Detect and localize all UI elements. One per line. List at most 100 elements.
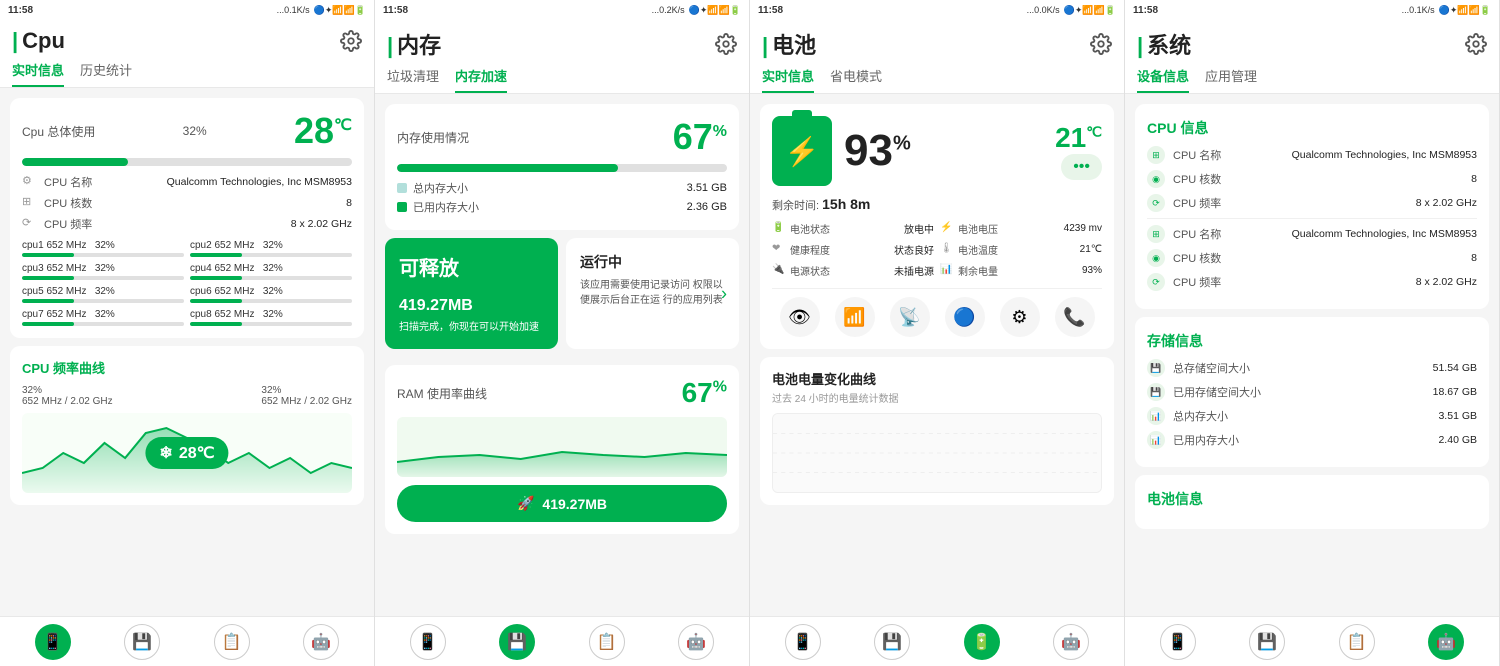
storage-mem-used-row: 📊 已用内存大小 2.40 GB — [1147, 431, 1477, 449]
cpu-core-8: cpu8 652 MHz 32% — [190, 309, 352, 326]
nav-cpu-bot[interactable]: 🤖 — [303, 624, 339, 660]
settings-icon-mem[interactable] — [715, 33, 737, 55]
app-title-mem: |内存 — [387, 28, 441, 60]
batt-status-icon: 🔋 — [772, 222, 786, 236]
cpu-cores-grid: cpu1 652 MHz 32% cpu2 652 MHz 32% cpu3 6… — [22, 240, 352, 326]
batt-health-row: ❤ 健康程度 状态良好 — [772, 242, 934, 257]
batt-power-icon: 🔌 — [772, 264, 786, 278]
boost-icon: 🚀 — [517, 495, 534, 512]
tab-cpu-history[interactable]: 历史统计 — [80, 60, 132, 87]
nav-batt-home[interactable]: 📱 — [785, 624, 821, 660]
batt-remain-row: 📊 剩余电量 93% — [940, 263, 1102, 278]
settings-icon-sys[interactable] — [1465, 33, 1487, 55]
cpu-freq-value: 8 x 2.02 GHz — [291, 218, 352, 230]
memory-panel: 11:58 ...0.2K/s 🔵✦📶📶🔋 |内存 垃圾清理 内存加速 内存使用… — [375, 0, 750, 666]
header-cpu: |Cpu 实时信息 历史统计 — [0, 20, 374, 88]
header-batt: |电池 实时信息 省电模式 — [750, 20, 1124, 94]
nav-sys-save[interactable]: 💾 — [1249, 624, 1285, 660]
storage-title: 存储信息 — [1147, 329, 1477, 351]
batt-info-title: 电池信息 — [1147, 487, 1477, 509]
storage-used-row: 💾 已用存储空间大小 18.67 GB — [1147, 383, 1477, 401]
mem-total-label: 总内存大小 — [413, 180, 687, 196]
cpu-name-value: Qualcomm Technologies, Inc MSM8953 — [167, 176, 352, 188]
nav-cpu-home[interactable]: 📱 — [35, 624, 71, 660]
mem-used-row: 已用内存大小 2.36 GB — [397, 199, 727, 215]
cpu-cores-icon: ⊞ — [22, 195, 38, 211]
tab-batt-realtime[interactable]: 实时信息 — [762, 66, 814, 93]
freq-chart-area: ❄ 28℃ — [22, 413, 352, 493]
nav-sys-bot[interactable]: 🤖 — [1428, 624, 1464, 660]
storage-total-row: 💾 总存储空间大小 51.54 GB — [1147, 359, 1477, 377]
status-time-sys: 11:58 — [1133, 5, 1158, 16]
app-title-batt: |电池 — [762, 28, 816, 60]
batt-chart-area — [772, 413, 1102, 493]
nav-cpu-list[interactable]: 📋 — [214, 624, 250, 660]
sys-cpu-icon-4: ⊞ — [1147, 225, 1165, 243]
bottom-nav-sys: 📱 💾 📋 🤖 — [1125, 616, 1499, 666]
sys-cpu-name-row-2: ⊞ CPU 名称 Qualcomm Technologies, Inc MSM8… — [1147, 225, 1477, 243]
batt-ctrl-wifi[interactable]: 📶 — [835, 297, 875, 337]
cpu-name-row: ⚙ CPU 名称 Qualcomm Technologies, Inc MSM8… — [22, 174, 352, 190]
batt-temp-icon: 🌡 — [940, 243, 954, 257]
sys-cpu-cores-row-2: ◉ CPU 核数 8 — [1147, 249, 1477, 267]
settings-icon-cpu[interactable] — [340, 30, 362, 52]
sys-cpu-card: CPU 信息 ⊞ CPU 名称 Qualcomm Technologies, I… — [1135, 104, 1489, 309]
nav-batt-save[interactable]: 💾 — [874, 624, 910, 660]
nav-mem-home[interactable]: 📱 — [410, 624, 446, 660]
batt-ctrl-eye[interactable]: 👁 — [780, 297, 820, 337]
status-time-mem: 11:58 — [383, 5, 408, 16]
mem-usage-card: 内存使用情况 67% 总内存大小 3.51 GB 已用内存大小 2.36 GB — [385, 104, 739, 230]
tab-mem-clean[interactable]: 垃圾清理 — [387, 66, 439, 93]
bottom-nav-mem: 📱 💾 📋 🤖 — [375, 616, 749, 666]
nav-sys-home[interactable]: 📱 — [1160, 624, 1196, 660]
batt-ctrl-settings[interactable]: ⚙ — [1000, 297, 1040, 337]
status-signal-cpu: ...0.1K/s 🔵✦📶📶🔋 — [277, 5, 366, 16]
cpu-cores-row: ⊞ CPU 核数 8 — [22, 195, 352, 211]
ram-chart-pct: 67% — [682, 377, 727, 409]
tab-sys-apps[interactable]: 应用管理 — [1205, 66, 1257, 93]
storage-icon-2: 💾 — [1147, 383, 1165, 401]
nav-cpu-save[interactable]: 💾 — [124, 624, 160, 660]
tab-mem-boost[interactable]: 内存加速 — [455, 66, 507, 93]
tab-batt-saver[interactable]: 省电模式 — [830, 66, 882, 93]
ram-chart-area — [397, 417, 727, 477]
mem-total-row: 总内存大小 3.51 GB — [397, 180, 727, 196]
more-button[interactable]: ••• — [1061, 154, 1102, 180]
mem-usage-pct: 67% — [673, 116, 727, 158]
batt-ctrl-signal[interactable]: 📡 — [890, 297, 930, 337]
mem-content: 内存使用情况 67% 总内存大小 3.51 GB 已用内存大小 2.36 GB — [375, 94, 749, 616]
batt-ctrl-phone[interactable]: 📞 — [1055, 297, 1095, 337]
boost-button[interactable]: 🚀 419.27MB — [397, 485, 727, 522]
batt-power-row: 🔌 电源状态 未插电源 — [772, 263, 934, 278]
nav-batt-bot[interactable]: 🤖 — [1053, 624, 1089, 660]
cpu-cores-value: 8 — [346, 197, 352, 209]
nav-mem-bot[interactable]: 🤖 — [678, 624, 714, 660]
temp-badge-cpu: ❄ 28℃ — [145, 437, 228, 469]
cpu-progress-bg — [22, 158, 352, 166]
running-arrow-icon[interactable]: › — [721, 283, 727, 304]
batt-chart-sub: 过去 24 小时的电量统计数据 — [772, 390, 1102, 405]
running-card: 运行中 该应用需要使用记录访问 权限以便展示后台正在运 行的应用列表 › — [566, 238, 739, 349]
remaining-time: 剩余时间: 15h 8m — [772, 196, 1102, 213]
status-signal-sys: ...0.1K/s 🔵✦📶📶🔋 — [1402, 5, 1491, 16]
batt-ctrl-bt[interactable]: 🔵 — [945, 297, 985, 337]
settings-icon-batt[interactable] — [1090, 33, 1112, 55]
ram-chart-title: RAM 使用率曲线 — [397, 385, 487, 402]
freq-left-sub: 652 MHz / 2.02 GHz — [22, 396, 113, 407]
mem-used-label: 已用内存大小 — [413, 199, 687, 215]
cpu-usage-pct: 32% — [183, 124, 207, 138]
cpu-temp-display: 28℃ — [294, 110, 352, 152]
status-bar-batt: 11:58 ...0.0K/s 🔵✦📶📶🔋 — [750, 0, 1124, 20]
status-bar-sys: 11:58 ...0.1K/s 🔵✦📶📶🔋 — [1125, 0, 1499, 20]
nav-mem-list[interactable]: 📋 — [589, 624, 625, 660]
nav-batt-batt[interactable]: 🔋 — [964, 624, 1000, 660]
nav-mem-save[interactable]: 💾 — [499, 624, 535, 660]
nav-sys-list[interactable]: 📋 — [1339, 624, 1375, 660]
tab-sys-device[interactable]: 设备信息 — [1137, 66, 1189, 93]
tab-cpu-realtime[interactable]: 实时信息 — [12, 60, 64, 87]
batt-temp2-row: 🌡 电池温度 21℃ — [940, 242, 1102, 257]
app-title-sys: |系统 — [1137, 28, 1191, 60]
cpu-usage-card: Cpu 总体使用 32% 28℃ ⚙ CPU 名称 Qualcomm Techn… — [10, 98, 364, 338]
boost-mb-text: 419.27MB — [542, 496, 607, 512]
header-mem: |内存 垃圾清理 内存加速 — [375, 20, 749, 94]
